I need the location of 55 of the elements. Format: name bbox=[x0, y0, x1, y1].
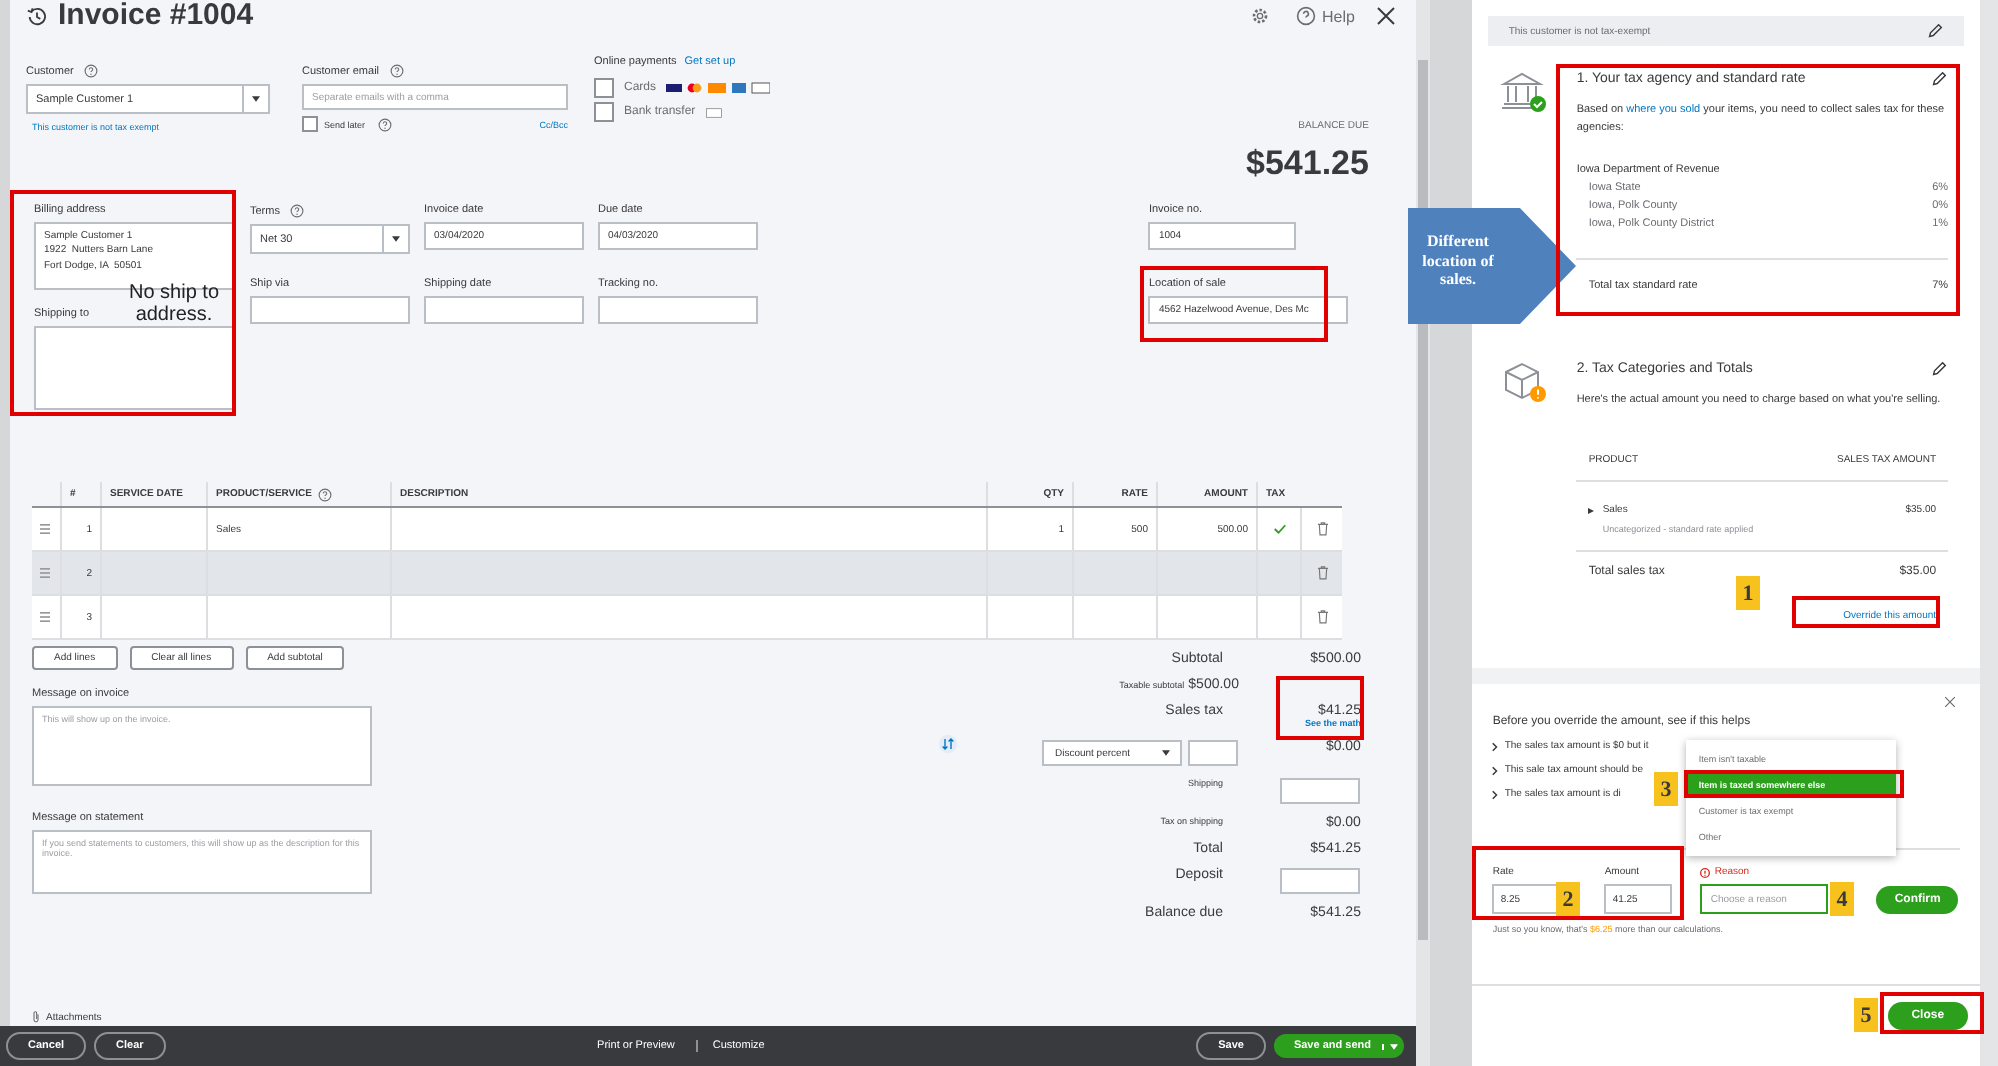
chevron-icon[interactable] bbox=[1492, 741, 1499, 751]
warning-icon bbox=[1700, 867, 1711, 877]
bank-logo-icon bbox=[705, 107, 722, 117]
amount-field[interactable] bbox=[1280, 778, 1361, 804]
trash-icon[interactable] bbox=[1317, 610, 1327, 624]
shipping-address-field[interactable] bbox=[34, 326, 234, 410]
package-icon bbox=[1500, 359, 1549, 404]
check-icon bbox=[1273, 524, 1285, 534]
drag-handle-icon[interactable] bbox=[40, 524, 50, 534]
highlight-frame bbox=[1880, 992, 1984, 1034]
expand-icon[interactable] bbox=[1588, 507, 1595, 514]
pencil-icon[interactable] bbox=[1930, 70, 1949, 88]
history-icon[interactable] bbox=[26, 5, 48, 27]
balance-due-amount: $541.25 bbox=[1246, 144, 1369, 184]
help-icon[interactable] bbox=[83, 64, 98, 78]
help-icon[interactable] bbox=[289, 204, 304, 218]
step-number: 1 bbox=[1736, 576, 1760, 610]
text-field[interactable] bbox=[424, 296, 584, 324]
pencil-icon[interactable] bbox=[1926, 22, 1945, 40]
close-icon[interactable] bbox=[1944, 696, 1957, 708]
highlight-frame bbox=[1276, 676, 1364, 740]
settings-icon[interactable] bbox=[1250, 6, 1271, 26]
text-field[interactable] bbox=[598, 296, 758, 324]
help-icon[interactable] bbox=[389, 64, 404, 78]
send-later-checkbox[interactable] bbox=[302, 116, 318, 132]
close-icon[interactable] bbox=[1376, 6, 1397, 26]
caret-icon[interactable] bbox=[1162, 750, 1171, 756]
bank-building-icon bbox=[1500, 70, 1549, 114]
swap-icon[interactable] bbox=[938, 734, 959, 754]
help-icon[interactable] bbox=[377, 117, 392, 131]
card-logos-icon bbox=[666, 82, 771, 94]
scrollbar[interactable] bbox=[1980, 0, 1998, 1066]
amount-field[interactable] bbox=[1280, 868, 1361, 894]
pencil-icon[interactable] bbox=[1930, 359, 1949, 378]
invoice-title: Invoice #1004 bbox=[58, 0, 254, 32]
step-number: 5 bbox=[1854, 998, 1878, 1032]
step-number: 4 bbox=[1830, 882, 1854, 916]
chevron-icon[interactable] bbox=[1492, 765, 1499, 775]
trash-icon[interactable] bbox=[1317, 566, 1327, 580]
discount-field[interactable] bbox=[1188, 740, 1239, 766]
step-number: 2 bbox=[1556, 882, 1580, 916]
drag-handle-icon[interactable] bbox=[40, 568, 50, 578]
caret-icon[interactable] bbox=[392, 236, 400, 242]
text-field[interactable] bbox=[250, 296, 410, 324]
trash-icon[interactable] bbox=[1317, 522, 1327, 536]
help-icon[interactable] bbox=[317, 487, 332, 501]
payment-checkbox[interactable] bbox=[594, 78, 614, 98]
drag-handle-icon[interactable] bbox=[40, 612, 50, 622]
chevron-icon[interactable] bbox=[1492, 789, 1499, 799]
paperclip-icon bbox=[32, 1010, 40, 1024]
help-button[interactable]: Help bbox=[1296, 6, 1355, 26]
payment-checkbox[interactable] bbox=[594, 102, 614, 122]
help-icon[interactable] bbox=[1296, 6, 1317, 26]
caret-icon[interactable] bbox=[252, 96, 260, 102]
step-number: 3 bbox=[1654, 772, 1678, 806]
